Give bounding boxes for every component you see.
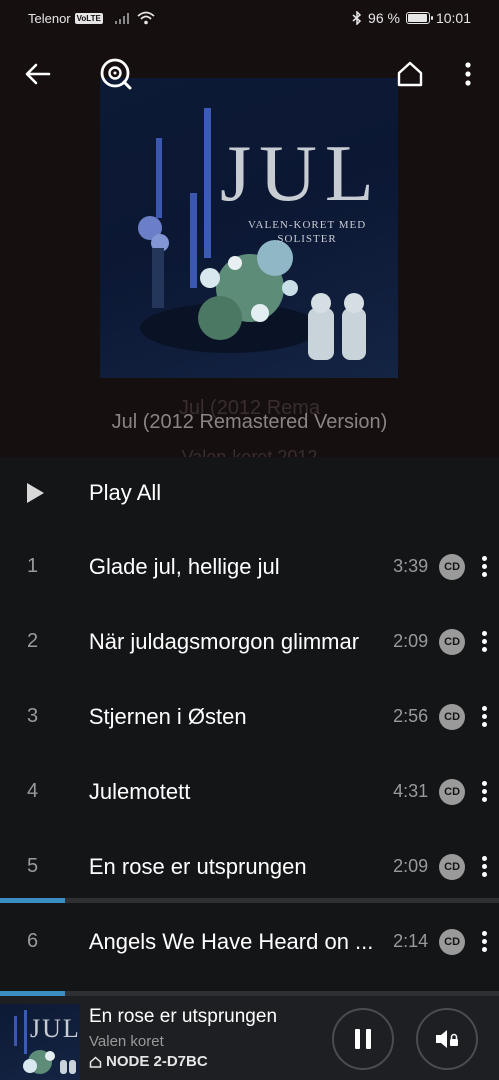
pause-icon <box>355 1029 371 1049</box>
more-vertical-icon <box>481 631 487 636</box>
track-more-button[interactable] <box>469 856 499 877</box>
track-progress-bar <box>0 898 499 903</box>
more-vertical-icon <box>465 62 471 86</box>
node-name: NODE 2-D7BC <box>106 1053 208 1070</box>
volume-locked-icon <box>436 1030 458 1048</box>
track-row[interactable]: 2 När juldagsmorgon glimmar 2:09 CD <box>0 604 499 679</box>
now-playing-cover: JUL <box>0 1004 80 1080</box>
track-more-button[interactable] <box>469 781 499 802</box>
album-subtitle-faded: Valen-koret 2012 <box>181 447 318 457</box>
volume-button[interactable] <box>416 1008 478 1070</box>
track-title: En rose er utsprungen <box>88 853 307 879</box>
track-list: Play All <box>0 457 499 529</box>
volte-badge: VoLTE <box>74 12 103 24</box>
track-number: 5 <box>27 855 39 877</box>
cd-source-badge: CD <box>439 778 466 805</box>
more-vertical-icon <box>481 781 487 786</box>
mini-player[interactable]: JUL En rose er utsprungen Valen koret NO… <box>0 996 499 1080</box>
search-disc-icon <box>100 58 132 90</box>
more-vertical-icon <box>481 856 487 861</box>
track-number: 3 <box>27 705 39 727</box>
track-more-button[interactable] <box>469 556 499 577</box>
cover-subtitle-line1: VALEN-KORET MED <box>248 219 367 231</box>
track-title: Angels We Have Heard on ... <box>88 928 374 954</box>
carrier-label: Telenor <box>28 10 71 26</box>
album-cover: JUL VALEN-KORET MED SOLISTER <box>100 78 398 378</box>
bluetooth-icon <box>352 11 362 25</box>
track-duration: 4:31 <box>393 781 429 801</box>
album-title: Jul (2012 Remastered Version) <box>111 411 388 433</box>
track-title: Glade jul, hellige jul <box>88 553 280 579</box>
track-title: Julemotett <box>88 778 191 804</box>
pause-button[interactable] <box>332 1008 394 1070</box>
cd-source-badge: CD <box>439 628 466 655</box>
play-all-button[interactable]: Play All <box>0 457 499 529</box>
track-row[interactable]: 6 Angels We Have Heard on ... 2:14 CD <box>0 904 499 979</box>
signal-icon <box>114 12 129 24</box>
cover-title: JUL <box>220 130 382 218</box>
now-playing-cover-title: JUL <box>30 1014 80 1043</box>
arrow-left-icon <box>25 63 51 85</box>
track-number: 4 <box>27 780 39 802</box>
track-row[interactable]: 1 Glade jul, hellige jul 3:39 CD <box>0 529 499 604</box>
track-duration: 3:39 <box>393 556 429 576</box>
track-number: 6 <box>27 930 39 952</box>
track-duration: 2:09 <box>393 631 429 651</box>
track-more-button[interactable] <box>469 706 499 727</box>
track-number: 2 <box>27 630 39 652</box>
more-vertical-icon <box>481 706 487 711</box>
track-duration: 2:09 <box>393 856 429 876</box>
now-playing-node[interactable]: NODE 2-D7BC <box>89 1053 208 1070</box>
more-vertical-icon <box>481 556 487 561</box>
more-options-button[interactable] <box>446 52 490 96</box>
clock: 10:01 <box>435 10 471 26</box>
play-all-label: Play All <box>89 480 162 505</box>
track-row[interactable]: 5 En rose er utsprungen 2:09 CD <box>0 829 499 904</box>
track-title: När juldagsmorgon glimmar <box>88 628 360 654</box>
track-more-button[interactable] <box>469 631 499 652</box>
home-icon <box>397 61 423 87</box>
now-playing-title: En rose er utsprungen <box>89 1006 278 1027</box>
status-bar: Telenor VoLTE 96 % 10:01 <box>0 0 499 36</box>
cd-source-badge: CD <box>439 703 466 730</box>
more-vertical-icon <box>481 931 487 936</box>
cd-source-badge: CD <box>439 853 466 880</box>
battery-icon <box>405 12 433 24</box>
cover-subtitle: VALEN-KORET MED SOLISTER <box>248 218 366 247</box>
top-nav <box>0 52 499 96</box>
battery-percent: 96 % <box>368 10 400 26</box>
track-number: 1 <box>27 555 39 577</box>
play-icon <box>0 482 89 504</box>
track-row[interactable]: 4 Julemotett 4:31 CD <box>0 754 499 829</box>
track-more-button[interactable] <box>469 931 499 952</box>
track-row[interactable]: 3 Stjernen i Østen 2:56 CD <box>0 679 499 754</box>
home-icon <box>89 1055 102 1068</box>
track-duration: 2:14 <box>393 931 429 951</box>
cd-source-badge: CD <box>439 553 466 580</box>
search-button[interactable] <box>94 52 138 96</box>
home-button[interactable] <box>388 52 432 96</box>
back-button[interactable] <box>16 52 60 96</box>
track-duration: 2:56 <box>393 706 429 726</box>
cd-source-badge: CD <box>439 928 466 955</box>
wifi-icon <box>137 11 155 25</box>
now-playing-artist: Valen koret <box>89 1033 164 1050</box>
album-header: Telenor VoLTE 96 % 10:01 JUL VALEN-KORET… <box>0 0 499 457</box>
track-title: Stjernen i Østen <box>88 703 247 729</box>
cover-subtitle-line2: SOLISTER <box>277 233 337 246</box>
